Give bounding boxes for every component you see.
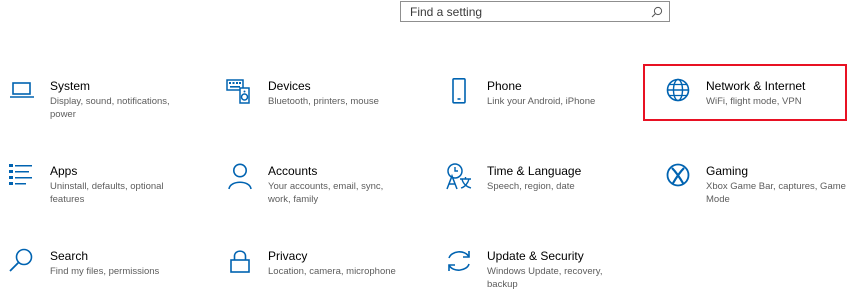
phone-icon bbox=[445, 78, 473, 106]
tile-title: Search bbox=[50, 249, 89, 263]
apps-list-icon bbox=[8, 163, 36, 191]
tile-description: Xbox Game Bar, captures, Game Mode bbox=[706, 181, 846, 205]
person-icon bbox=[226, 163, 254, 191]
sync-icon bbox=[445, 248, 473, 276]
tile-title: Network & Internet bbox=[706, 79, 806, 93]
tile-update-security[interactable]: Update & Security Windows Update, recove… bbox=[445, 248, 650, 304]
tile-title: Time & Language bbox=[487, 164, 582, 178]
tile-description: Location, camera, microphone bbox=[268, 266, 396, 277]
tile-phone[interactable]: Phone Link your Android, iPhone bbox=[445, 78, 650, 134]
lock-icon bbox=[226, 248, 254, 276]
time-language-icon bbox=[445, 163, 473, 191]
tile-title: Apps bbox=[50, 164, 78, 178]
tile-system[interactable]: System Display, sound, notifications, po… bbox=[8, 78, 213, 134]
search-icon[interactable] bbox=[651, 6, 663, 18]
tile-title: System bbox=[50, 79, 91, 93]
tile-apps[interactable]: Apps Uninstall, defaults, optional featu… bbox=[8, 163, 213, 219]
tile-privacy[interactable]: Privacy Location, camera, microphone bbox=[226, 248, 431, 304]
laptop-icon bbox=[8, 78, 36, 106]
tile-title: Update & Security bbox=[487, 249, 584, 263]
tile-description: Uninstall, defaults, optional features bbox=[50, 181, 164, 205]
tile-title: Privacy bbox=[268, 249, 308, 263]
tile-description: Speech, region, date bbox=[487, 181, 575, 192]
tile-description: Windows Update, recovery, backup bbox=[487, 266, 603, 290]
tile-gaming[interactable]: Gaming Xbox Game Bar, captures, Game Mod… bbox=[664, 163, 853, 219]
tile-description: Display, sound, notifications, power bbox=[50, 96, 170, 120]
tile-title: Devices bbox=[268, 79, 311, 93]
tile-search[interactable]: Search Find my files, permissions bbox=[8, 248, 213, 304]
globe-icon bbox=[664, 78, 692, 106]
keyboard-speaker-icon bbox=[226, 78, 254, 106]
search-box[interactable] bbox=[400, 1, 670, 22]
tile-devices[interactable]: Devices Bluetooth, printers, mouse bbox=[226, 78, 431, 134]
xbox-icon bbox=[664, 163, 692, 191]
tile-network-internet[interactable]: Network & Internet WiFi, flight mode, VP… bbox=[664, 78, 853, 134]
tile-description: Link your Android, iPhone bbox=[487, 96, 596, 107]
tile-title: Accounts bbox=[268, 164, 318, 178]
tile-time-language[interactable]: Time & Language Speech, region, date bbox=[445, 163, 650, 219]
tile-description: WiFi, flight mode, VPN bbox=[706, 96, 802, 107]
tile-description: Your accounts, email, sync, work, family bbox=[268, 181, 384, 205]
tile-description: Bluetooth, printers, mouse bbox=[268, 96, 379, 107]
tile-title: Phone bbox=[487, 79, 522, 93]
tile-title: Gaming bbox=[706, 164, 749, 178]
tile-description: Find my files, permissions bbox=[50, 266, 160, 277]
tile-accounts[interactable]: Accounts Your accounts, email, sync, wor… bbox=[226, 163, 431, 219]
search-icon bbox=[8, 248, 36, 276]
search-input[interactable] bbox=[410, 4, 630, 19]
